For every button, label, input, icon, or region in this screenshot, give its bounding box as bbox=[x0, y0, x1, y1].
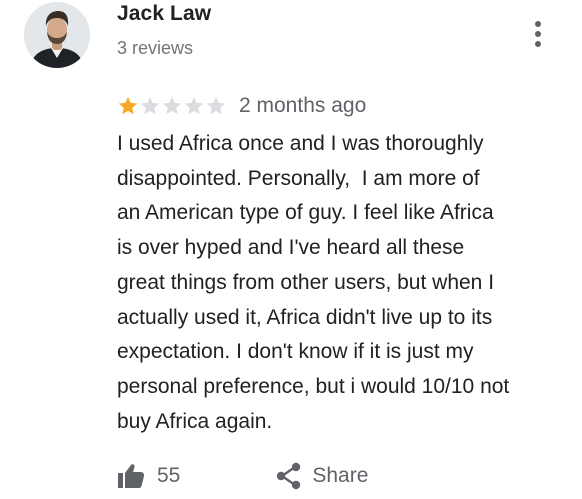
avatar-photo bbox=[24, 2, 90, 68]
like-button[interactable]: 55 bbox=[117, 463, 180, 489]
share-icon bbox=[277, 462, 301, 490]
star-empty-icon bbox=[184, 96, 204, 115]
review-text-line: I used Africa once and I was thoroughly bbox=[117, 132, 484, 155]
author-name[interactable]: Jack Law bbox=[117, 2, 211, 26]
review-text: I used Africa once and I was thoroughly d… bbox=[117, 127, 557, 439]
review-card: Jack Law 3 reviews 2 months ago I used A… bbox=[0, 0, 582, 499]
rating-row: 2 months ago bbox=[117, 92, 366, 120]
review-text-line: personal preference, but i would 10/10 n… bbox=[117, 374, 510, 398]
share-label: Share bbox=[312, 464, 369, 487]
star-empty-icon bbox=[162, 96, 182, 115]
star-filled-icon bbox=[118, 96, 138, 115]
more-options-button[interactable] bbox=[524, 14, 552, 54]
review-text-line: expectation. I don't know if it is just … bbox=[117, 340, 474, 364]
review-text-line: an American type of guy. I feel like Afr… bbox=[117, 201, 494, 225]
review-text-line: buy Africa again. bbox=[117, 409, 273, 433]
review-text-line: is over hyped and I've heard all these bbox=[117, 236, 465, 260]
star-rating bbox=[117, 95, 227, 117]
star-empty-icon bbox=[206, 96, 226, 115]
review-count: 3 reviews bbox=[117, 38, 194, 58]
review-text-line: disappointed. Personally, I am more of bbox=[117, 166, 480, 190]
avatar[interactable] bbox=[24, 2, 90, 68]
review-text-line: great things from other users, but when … bbox=[117, 270, 495, 294]
star-empty-icon bbox=[140, 96, 160, 115]
like-count: 55 bbox=[157, 464, 181, 487]
more-vert-icon bbox=[535, 21, 541, 47]
thumbs-up-icon bbox=[118, 464, 145, 488]
review-text-line: actually used it, Africa didn't live up … bbox=[117, 305, 493, 329]
review-actions: 55 Share bbox=[117, 458, 368, 494]
review-date: 2 months ago bbox=[239, 94, 367, 117]
share-button[interactable]: Share bbox=[276, 462, 368, 490]
